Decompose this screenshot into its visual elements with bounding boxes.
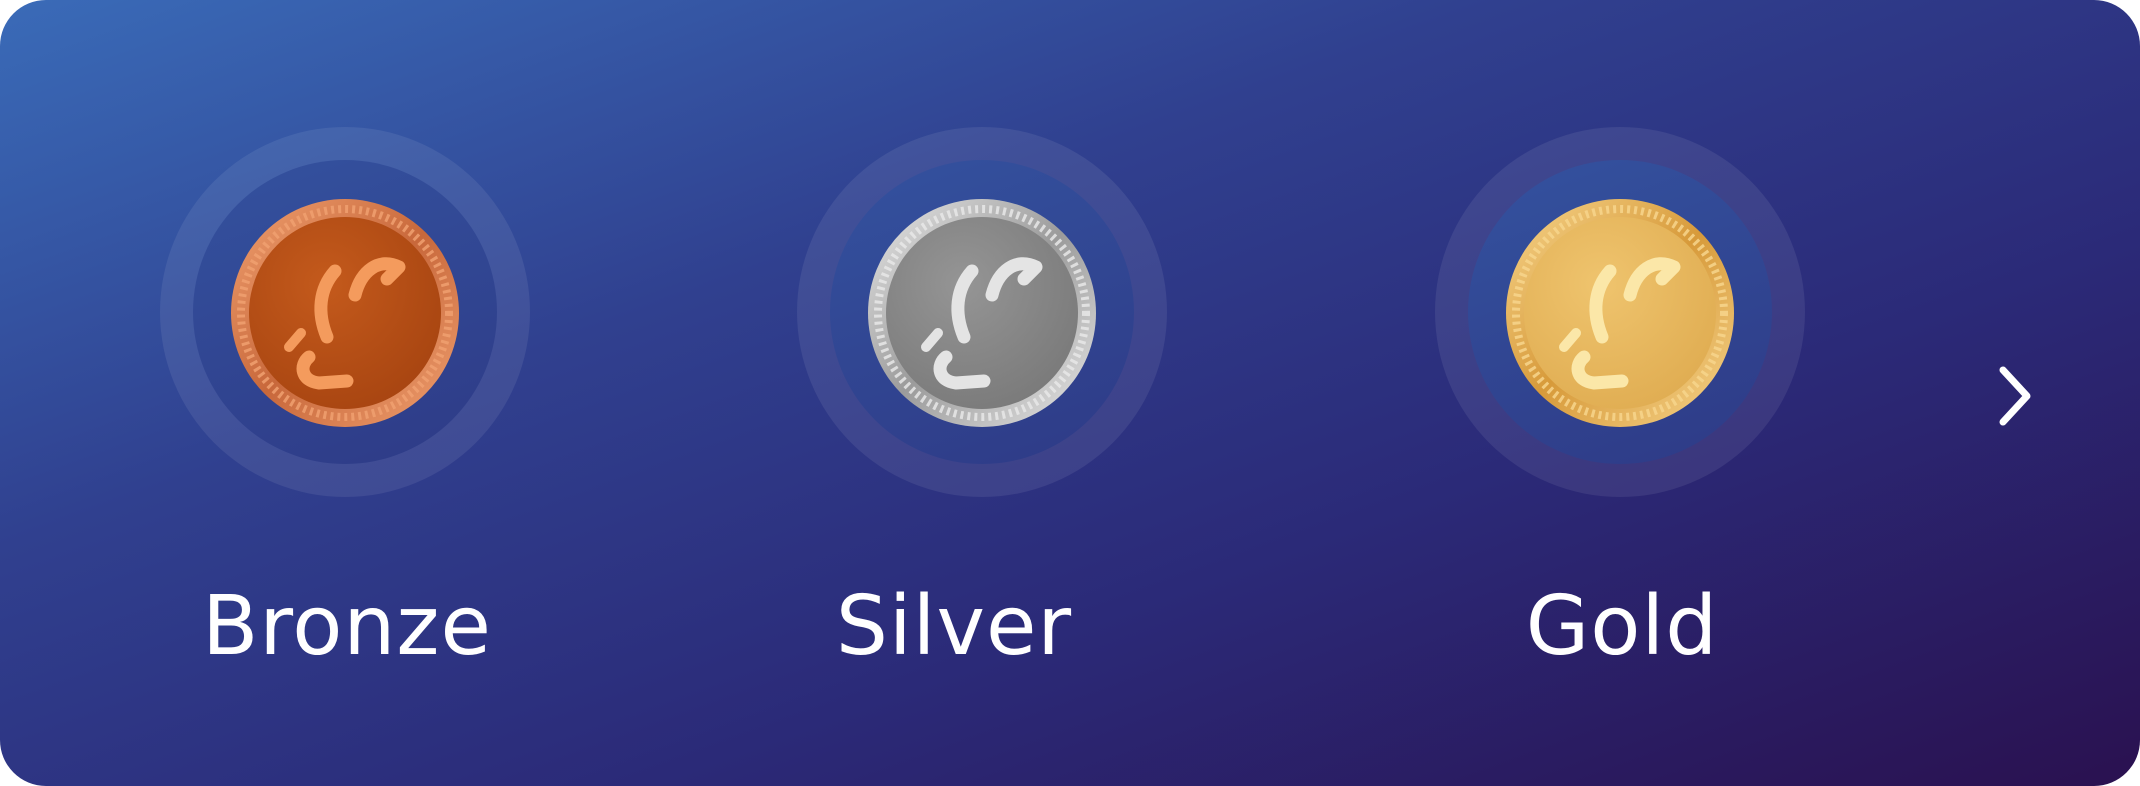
tier-label-gold: Gold: [1525, 579, 1719, 674]
next-button[interactable]: [1985, 356, 2045, 436]
tier-item-bronze[interactable]: Bronze: [137, 0, 557, 786]
tier-item-gold[interactable]: Gold: [1412, 0, 1832, 786]
silver-coin-icon: [866, 197, 1098, 429]
chevron-right-icon: [1999, 366, 2031, 426]
tier-label-silver: Silver: [835, 579, 1073, 674]
bronze-coin-icon: [229, 197, 461, 429]
tier-label-bronze: Bronze: [202, 579, 492, 674]
gold-coin-icon: [1504, 197, 1736, 429]
tier-carousel-card: Bronze Silver Gold: [0, 0, 2140, 786]
tier-item-silver[interactable]: Silver: [774, 0, 1194, 786]
